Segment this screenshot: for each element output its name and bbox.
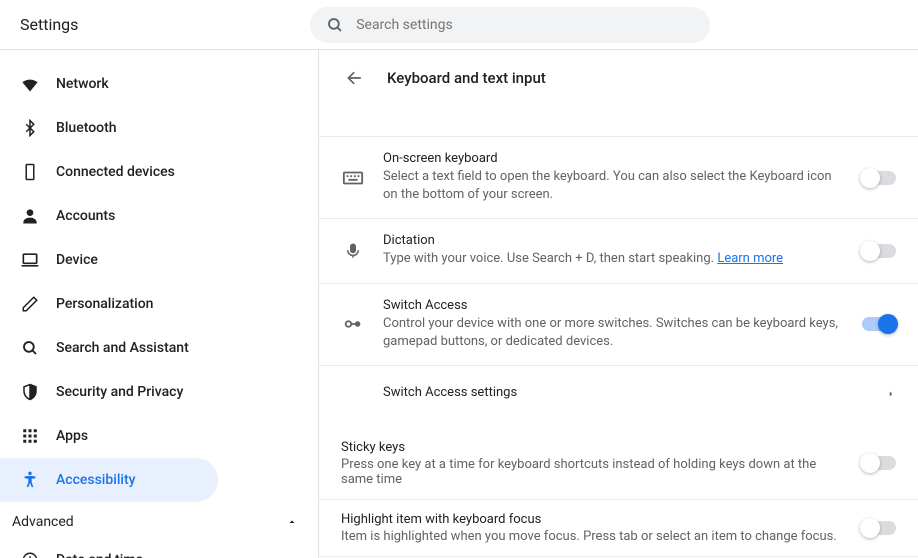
sidebar-item-accessibility[interactable]: Accessibility: [0, 458, 218, 502]
search-icon: [20, 338, 40, 358]
nav-label: Personalization: [56, 296, 153, 312]
setting-title: Dictation: [383, 233, 846, 248]
chevron-up-icon: [286, 516, 298, 528]
setting-title: Sticky keys: [341, 440, 846, 455]
nav-label: Accessibility: [56, 472, 135, 488]
clock-icon: [20, 550, 40, 558]
nav-label: Network: [56, 76, 109, 92]
setting-title: Switch Access settings: [383, 385, 874, 400]
nav-label: Bluetooth: [56, 120, 117, 136]
app-title: Settings: [16, 15, 78, 34]
apps-icon: [20, 426, 40, 446]
shield-icon: [20, 382, 40, 402]
accessibility-icon: [20, 470, 40, 490]
setting-title: Highlight item with keyboard focus: [341, 512, 846, 527]
toggle-dictation[interactable]: [862, 244, 896, 258]
sidebar-item-apps[interactable]: Apps: [0, 414, 318, 458]
setting-desc: Select a text field to open the keyboard…: [383, 168, 846, 204]
sidebar-item-security-privacy[interactable]: Security and Privacy: [0, 370, 318, 414]
search-input[interactable]: [356, 17, 694, 33]
advanced-section-toggle[interactable]: Advanced: [0, 502, 318, 538]
learn-more-link[interactable]: Learn more: [717, 251, 783, 266]
laptop-icon: [20, 250, 40, 270]
toggle-sticky-keys[interactable]: [862, 456, 896, 470]
page-title: Keyboard and text input: [387, 69, 546, 87]
nav-label: Connected devices: [56, 164, 175, 180]
advanced-label: Advanced: [12, 514, 74, 530]
sidebar-item-connected-devices[interactable]: Connected devices: [0, 150, 318, 194]
nav-label: Device: [56, 252, 98, 268]
switch-access-icon: [341, 313, 365, 335]
setting-title: On-screen keyboard: [383, 151, 846, 166]
person-icon: [20, 206, 40, 226]
setting-highlight-keyboard-focus: Highlight item with keyboard focus Item …: [319, 500, 918, 557]
search-icon: [326, 16, 344, 34]
keyboard-icon: [341, 167, 365, 189]
nav-label: Security and Privacy: [56, 384, 183, 400]
sidebar-item-personalization[interactable]: Personalization: [0, 282, 318, 326]
sidebar-item-network[interactable]: Network: [0, 62, 318, 106]
nav-label: Search and Assistant: [56, 340, 189, 356]
setting-sticky-keys: Sticky keys Press one key at a time for …: [319, 428, 918, 500]
wifi-icon: [20, 74, 40, 94]
app-header: Settings: [0, 0, 918, 50]
nav-label: Date and time: [56, 552, 143, 558]
main-content: Keyboard and text input On-screen keyboa…: [318, 50, 918, 558]
sidebar-item-accounts[interactable]: Accounts: [0, 194, 318, 238]
chevron-right-icon: [886, 389, 896, 399]
setting-desc: Item is highlighted when you move focus.…: [341, 529, 846, 544]
sidebar-item-device[interactable]: Device: [0, 238, 318, 282]
pencil-icon: [20, 294, 40, 314]
setting-switch-access: Switch Access Control your device with o…: [319, 284, 918, 366]
sidebar-item-date-time[interactable]: Date and time: [0, 538, 318, 558]
phone-icon: [20, 162, 40, 182]
switch-access-settings-link[interactable]: Switch Access settings: [319, 366, 918, 422]
setting-desc: Control your device with one or more swi…: [383, 315, 846, 351]
sidebar-item-bluetooth[interactable]: Bluetooth: [0, 106, 318, 150]
toggle-on-screen-keyboard[interactable]: [862, 171, 896, 185]
sidebar-item-search-assistant[interactable]: Search and Assistant: [0, 326, 318, 370]
sidebar: Network Bluetooth Connected devices Acco…: [0, 50, 318, 558]
toggle-switch-access[interactable]: [862, 317, 896, 331]
setting-desc: Type with your voice. Use Search + D, th…: [383, 250, 846, 268]
nav-label: Apps: [56, 428, 88, 444]
setting-desc: Press one key at a time for keyboard sho…: [341, 457, 846, 487]
setting-dictation: Dictation Type with your voice. Use Sear…: [319, 219, 918, 283]
back-button[interactable]: [343, 66, 367, 90]
setting-on-screen-keyboard: On-screen keyboard Select a text field t…: [319, 137, 918, 219]
setting-title: Switch Access: [383, 298, 846, 313]
search-box[interactable]: [310, 7, 710, 43]
mic-icon: [341, 242, 365, 260]
bluetooth-icon: [20, 118, 40, 138]
nav-label: Accounts: [56, 208, 115, 224]
toggle-highlight-focus[interactable]: [862, 521, 896, 535]
